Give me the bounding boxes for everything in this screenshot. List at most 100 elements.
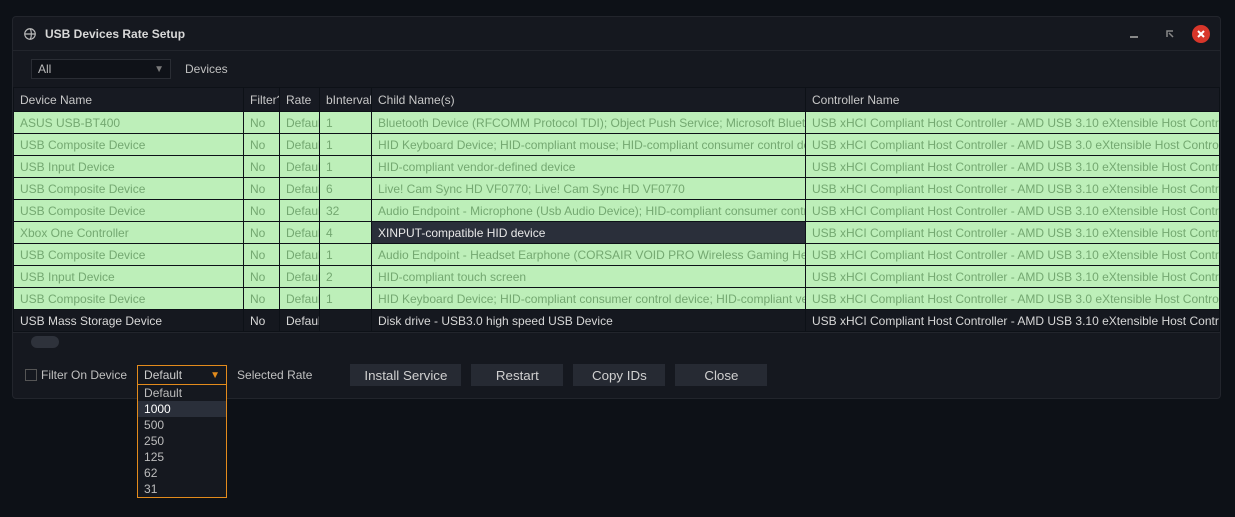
rate-cell[interactable]: Default bbox=[280, 112, 320, 134]
binterval-cell[interactable]: 2 bbox=[320, 266, 372, 288]
table-row[interactable]: USB Composite DeviceNoDefault1Audio Endp… bbox=[14, 244, 1220, 266]
binterval-cell[interactable]: 1 bbox=[320, 156, 372, 178]
chevron-down-icon: ▼ bbox=[210, 370, 220, 381]
device-cell[interactable]: USB Composite Device bbox=[14, 200, 244, 222]
install-service-button[interactable]: Install Service bbox=[350, 364, 461, 386]
rate-option[interactable]: 1000 bbox=[138, 401, 226, 417]
controller-cell[interactable]: USB xHCI Compliant Host Controller - AMD… bbox=[806, 244, 1220, 266]
table-row[interactable]: USB Composite DeviceNoDefault1HID Keyboa… bbox=[14, 134, 1220, 156]
child-cell[interactable]: HID Keyboard Device; HID-compliant mouse… bbox=[372, 134, 806, 156]
device-cell[interactable]: USB Composite Device bbox=[14, 288, 244, 310]
filter-cell[interactable]: No bbox=[244, 244, 280, 266]
rate-option[interactable]: 62 bbox=[138, 465, 226, 481]
device-cell[interactable]: USB Composite Device bbox=[14, 178, 244, 200]
device-cell[interactable]: Xbox One Controller bbox=[14, 222, 244, 244]
checkbox-box bbox=[25, 369, 37, 381]
child-cell[interactable]: XINPUT-compatible HID device bbox=[372, 222, 806, 244]
col-rate[interactable]: Rate bbox=[280, 88, 320, 112]
rate-cell[interactable]: Default bbox=[280, 134, 320, 156]
table-row[interactable]: USB Input DeviceNoDefault2HID-compliant … bbox=[14, 266, 1220, 288]
binterval-cell[interactable]: 1 bbox=[320, 244, 372, 266]
controller-cell[interactable]: USB xHCI Compliant Host Controller - AMD… bbox=[806, 222, 1220, 244]
table-row[interactable]: ASUS USB-BT400NoDefault1Bluetooth Device… bbox=[14, 112, 1220, 134]
table-row[interactable]: USB Input DeviceNoDefault1HID-compliant … bbox=[14, 156, 1220, 178]
device-cell[interactable]: USB Composite Device bbox=[14, 134, 244, 156]
rate-combo[interactable]: Default ▼ bbox=[137, 365, 227, 385]
child-cell[interactable]: HID-compliant vendor-defined device bbox=[372, 156, 806, 178]
rate-cell[interactable]: Default bbox=[280, 310, 320, 332]
controller-cell[interactable]: USB xHCI Compliant Host Controller - AMD… bbox=[806, 178, 1220, 200]
filter-cell[interactable]: No bbox=[244, 134, 280, 156]
controller-cell[interactable]: USB xHCI Compliant Host Controller - AMD… bbox=[806, 112, 1220, 134]
rate-cell[interactable]: Default bbox=[280, 200, 320, 222]
child-cell[interactable]: Live! Cam Sync HD VF0770; Live! Cam Sync… bbox=[372, 178, 806, 200]
child-cell[interactable]: Disk drive - USB3.0 high speed USB Devic… bbox=[372, 310, 806, 332]
binterval-cell[interactable]: 6 bbox=[320, 178, 372, 200]
scope-combo[interactable]: All ▼ bbox=[31, 59, 171, 79]
rate-cell[interactable]: Default bbox=[280, 244, 320, 266]
binterval-cell[interactable]: 1 bbox=[320, 134, 372, 156]
filter-cell[interactable]: No bbox=[244, 288, 280, 310]
maximize-button[interactable] bbox=[1156, 24, 1184, 44]
child-cell[interactable]: Audio Endpoint - Headset Earphone (CORSA… bbox=[372, 244, 806, 266]
controller-cell[interactable]: USB xHCI Compliant Host Controller - AMD… bbox=[806, 200, 1220, 222]
col-filter[interactable]: Filter? bbox=[244, 88, 280, 112]
copy-ids-button[interactable]: Copy IDs bbox=[573, 364, 665, 386]
horizontal-scrollbar[interactable] bbox=[13, 332, 1220, 354]
rate-option[interactable]: Default bbox=[138, 385, 226, 401]
table-row[interactable]: USB Mass Storage DeviceNoDefault Disk dri… bbox=[14, 310, 1220, 332]
controller-cell[interactable]: USB xHCI Compliant Host Controller - AMD… bbox=[806, 134, 1220, 156]
table-row[interactable]: USB Composite DeviceNoDefault6Live! Cam … bbox=[14, 178, 1220, 200]
child-cell[interactable]: Bluetooth Device (RFCOMM Protocol TDI); … bbox=[372, 112, 806, 134]
rate-cell[interactable]: Default bbox=[280, 178, 320, 200]
controller-cell[interactable]: USB xHCI Compliant Host Controller - AMD… bbox=[806, 288, 1220, 310]
filter-cell[interactable]: No bbox=[244, 200, 280, 222]
filter-cell[interactable]: No bbox=[244, 112, 280, 134]
rate-option[interactable]: 500 bbox=[138, 417, 226, 433]
close-button[interactable]: Close bbox=[675, 364, 767, 386]
filter-on-device-checkbox[interactable]: Filter On Device bbox=[25, 368, 127, 382]
binterval-cell[interactable]: 1 bbox=[320, 112, 372, 134]
titlebar: USB Devices Rate Setup bbox=[13, 17, 1220, 51]
child-cell[interactable]: Audio Endpoint - Microphone (Usb Audio D… bbox=[372, 200, 806, 222]
filter-cell[interactable]: No bbox=[244, 266, 280, 288]
filter-cell[interactable]: No bbox=[244, 222, 280, 244]
restart-button[interactable]: Restart bbox=[471, 364, 563, 386]
filter-cell[interactable]: No bbox=[244, 178, 280, 200]
device-cell[interactable]: USB Input Device bbox=[14, 266, 244, 288]
device-cell[interactable]: USB Composite Device bbox=[14, 244, 244, 266]
table-row[interactable]: USB Composite DeviceNoDefault1HID Keyboa… bbox=[14, 288, 1220, 310]
child-cell[interactable]: HID Keyboard Device; HID-compliant consu… bbox=[372, 288, 806, 310]
rate-option[interactable]: 31 bbox=[138, 481, 226, 497]
col-child[interactable]: Child Name(s) bbox=[372, 88, 806, 112]
scroll-thumb[interactable] bbox=[31, 336, 59, 348]
rate-cell[interactable]: Default bbox=[280, 266, 320, 288]
filter-cell[interactable]: No bbox=[244, 156, 280, 178]
filter-bar: All ▼ Devices bbox=[13, 51, 1220, 87]
rate-option[interactable]: 250 bbox=[138, 433, 226, 449]
binterval-cell[interactable]: 1 bbox=[320, 288, 372, 310]
binterval-cell[interactable]: 4 bbox=[320, 222, 372, 244]
device-cell[interactable]: USB Input Device bbox=[14, 156, 244, 178]
filter-cell[interactable]: No bbox=[244, 310, 280, 332]
table-row[interactable]: USB Composite DeviceNoDefault32Audio End… bbox=[14, 200, 1220, 222]
controller-cell[interactable]: USB xHCI Compliant Host Controller - AMD… bbox=[806, 310, 1220, 332]
rate-cell[interactable]: Default bbox=[280, 222, 320, 244]
controller-cell[interactable]: USB xHCI Compliant Host Controller - AMD… bbox=[806, 266, 1220, 288]
child-cell[interactable]: HID-compliant touch screen bbox=[372, 266, 806, 288]
col-controller[interactable]: Controller Name bbox=[806, 88, 1220, 112]
rate-cell[interactable]: Default bbox=[280, 288, 320, 310]
table-row[interactable]: Xbox One ControllerNoDefault4XINPUT-comp… bbox=[14, 222, 1220, 244]
col-binterval[interactable]: bInterval bbox=[320, 88, 372, 112]
device-cell[interactable]: ASUS USB-BT400 bbox=[14, 112, 244, 134]
controller-cell[interactable]: USB xHCI Compliant Host Controller - AMD… bbox=[806, 156, 1220, 178]
binterval-cell[interactable] bbox=[320, 310, 372, 332]
device-cell[interactable]: USB Mass Storage Device bbox=[14, 310, 244, 332]
col-device[interactable]: Device Name bbox=[14, 88, 244, 112]
rate-option[interactable]: 125 bbox=[138, 449, 226, 465]
rate-cell[interactable]: Default bbox=[280, 156, 320, 178]
close-window-button[interactable] bbox=[1192, 25, 1210, 43]
binterval-cell[interactable]: 32 bbox=[320, 200, 372, 222]
minimize-button[interactable] bbox=[1120, 24, 1148, 44]
scope-combo-value: All bbox=[38, 62, 51, 76]
